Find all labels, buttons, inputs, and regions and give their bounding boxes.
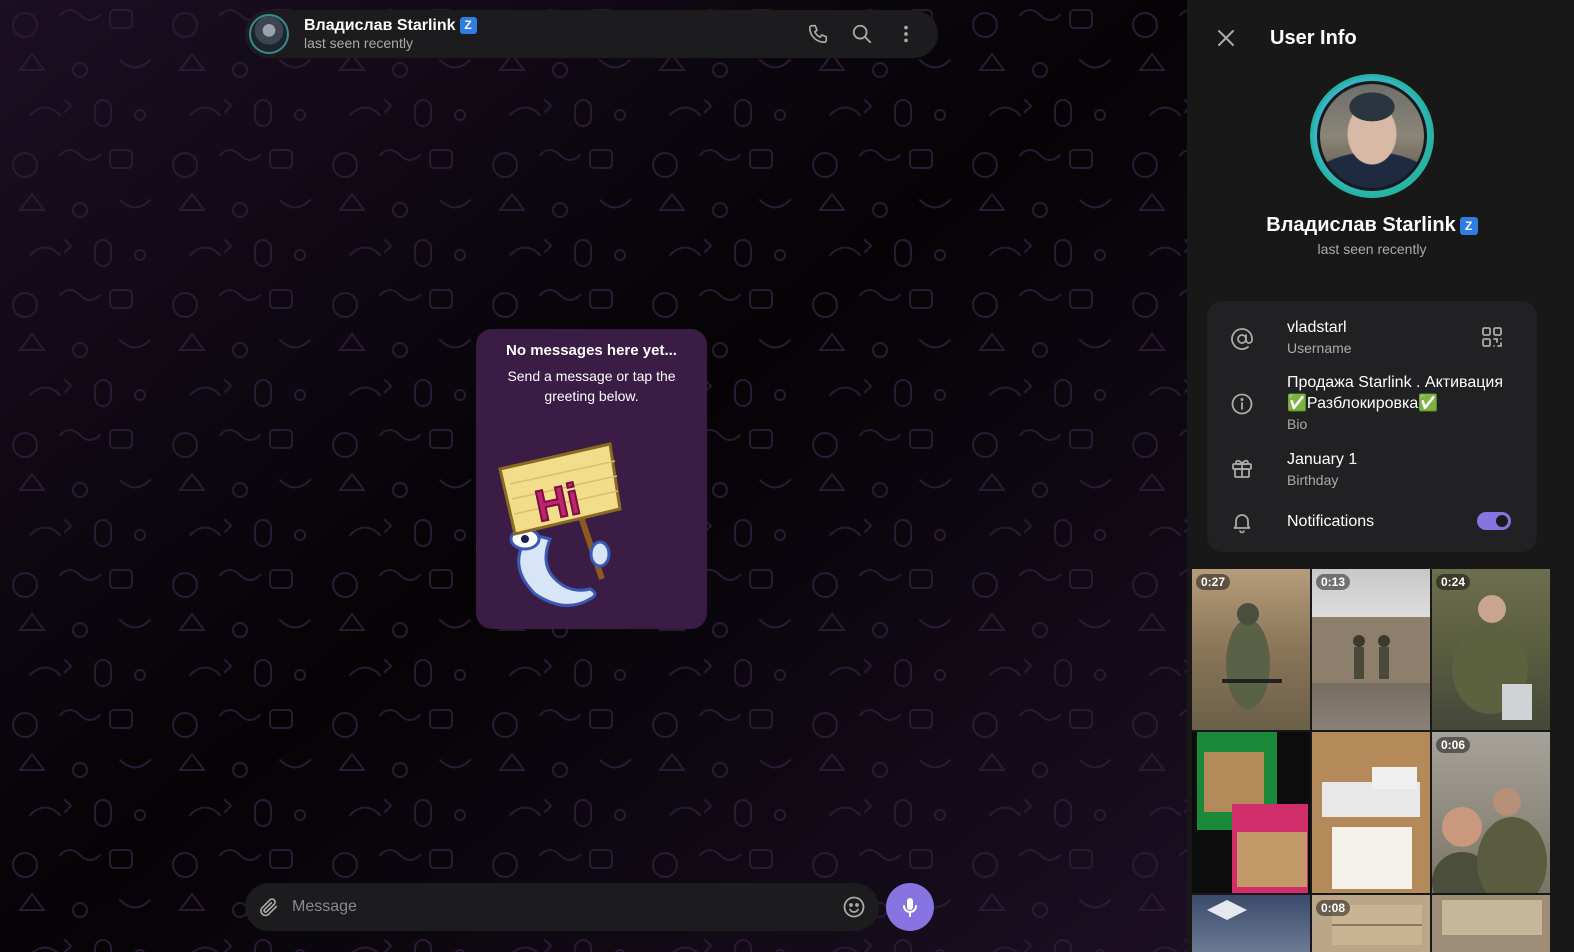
chat-area: Владислав Starlink Z last seen recently … <box>0 0 1187 952</box>
notifications-label: Notifications <box>1287 513 1375 530</box>
media-thumbnail <box>1432 788 1547 893</box>
user-info-title: User Info <box>1270 26 1357 49</box>
user-info-panel: User Info Владислав Starlink Z last seen… <box>1187 0 1574 952</box>
media-thumbnail <box>1442 900 1542 935</box>
media-thumbnail <box>1222 603 1282 709</box>
chat-title-text: Владислав Starlink <box>304 17 456 34</box>
media-thumbnail <box>1322 767 1420 889</box>
paperclip-icon[interactable] <box>255 893 283 921</box>
more-vertical-icon[interactable] <box>884 12 928 56</box>
header-actions <box>796 12 928 56</box>
media-item[interactable]: 0:06 <box>1432 732 1550 893</box>
message-input[interactable] <box>292 898 839 916</box>
voice-record-button[interactable] <box>886 883 934 931</box>
chat-avatar[interactable] <box>249 14 289 54</box>
microphone-icon <box>903 898 917 917</box>
birthday-row[interactable]: January 1 Birthday <box>1207 449 1537 493</box>
profile-avatar[interactable] <box>1310 74 1434 198</box>
media-item[interactable] <box>1432 895 1550 952</box>
search-icon[interactable] <box>840 12 884 56</box>
close-icon[interactable] <box>1211 23 1241 53</box>
media-duration: 0:08 <box>1316 900 1351 916</box>
media-thumbnail <box>1207 900 1247 920</box>
phone-icon[interactable] <box>796 12 840 56</box>
profile-name: Владислав Starlink Z <box>1187 214 1557 237</box>
media-thumbnail <box>1197 732 1308 893</box>
bio-value: Продажа Starlink . Активация ✅Разблокиро… <box>1287 374 1504 412</box>
gift-icon <box>1229 455 1255 481</box>
empty-chat-card: No messages here yet... Send a message o… <box>476 329 707 629</box>
profile-name-text: Владислав Starlink <box>1266 214 1456 236</box>
birthday-label: Birthday <box>1287 472 1339 488</box>
username-value: vladstarl <box>1287 319 1347 336</box>
bio-label: Bio <box>1287 416 1308 432</box>
media-thumbnail <box>1452 595 1532 720</box>
bio-row[interactable]: Продажа Starlink . Активация ✅Разблокиро… <box>1207 372 1537 436</box>
media-item[interactable]: 0:13 <box>1312 569 1430 730</box>
birthday-text: January 1 Birthday <box>1287 449 1357 490</box>
bell-icon <box>1229 509 1255 535</box>
media-item[interactable]: 0:08 <box>1312 895 1430 952</box>
media-item[interactable] <box>1192 895 1310 952</box>
chat-status: last seen recently <box>304 35 413 51</box>
media-duration: 0:27 <box>1196 574 1231 590</box>
user-info-header: User Info <box>1187 0 1574 76</box>
media-duration: 0:24 <box>1436 574 1471 590</box>
media-item[interactable]: 0:27 <box>1192 569 1310 730</box>
chat-title: Владислав Starlink Z <box>304 16 796 35</box>
chat-header-info[interactable]: Владислав Starlink Z last seen recently <box>304 16 796 52</box>
media-item[interactable] <box>1192 732 1310 893</box>
username-text: vladstarl Username <box>1287 317 1352 358</box>
media-item[interactable] <box>1312 732 1430 893</box>
verified-badge-icon: Z <box>459 17 477 34</box>
at-sign-icon <box>1229 326 1255 352</box>
message-composer <box>245 883 879 931</box>
shared-media-grid: 0:27 0:13 0:24 0:06 0:08 <box>1192 569 1552 952</box>
birthday-value: January 1 <box>1287 451 1358 468</box>
media-duration: 0:06 <box>1436 737 1471 753</box>
media-duration: 0:13 <box>1316 574 1351 590</box>
empty-chat-subtitle: Send a message or tap the greeting below… <box>507 368 676 404</box>
profile-status: last seen recently <box>1317 241 1427 257</box>
profile-photo <box>1320 84 1424 188</box>
greeting-sticker[interactable]: Hi <box>490 439 630 614</box>
media-thumbnail <box>1312 617 1430 683</box>
username-row[interactable]: vladstarl Username <box>1207 317 1537 369</box>
bio-text: Продажа Starlink . Активация ✅Разблокиро… <box>1287 372 1522 434</box>
media-item[interactable]: 0:24 <box>1432 569 1550 730</box>
profile-avatar-frame <box>1317 81 1427 191</box>
info-icon <box>1229 391 1255 417</box>
info-card: vladstarl Username Продажа Starlink . Ак… <box>1207 301 1537 552</box>
notifications-toggle[interactable] <box>1477 512 1511 530</box>
chat-header[interactable]: Владислав Starlink Z last seen recently <box>245 10 938 58</box>
verified-badge-icon: Z <box>1459 216 1478 235</box>
username-label: Username <box>1287 340 1352 356</box>
empty-chat-title: No messages here yet... <box>506 342 677 359</box>
emoji-icon[interactable] <box>839 892 869 922</box>
qr-code-icon[interactable] <box>1479 324 1505 350</box>
